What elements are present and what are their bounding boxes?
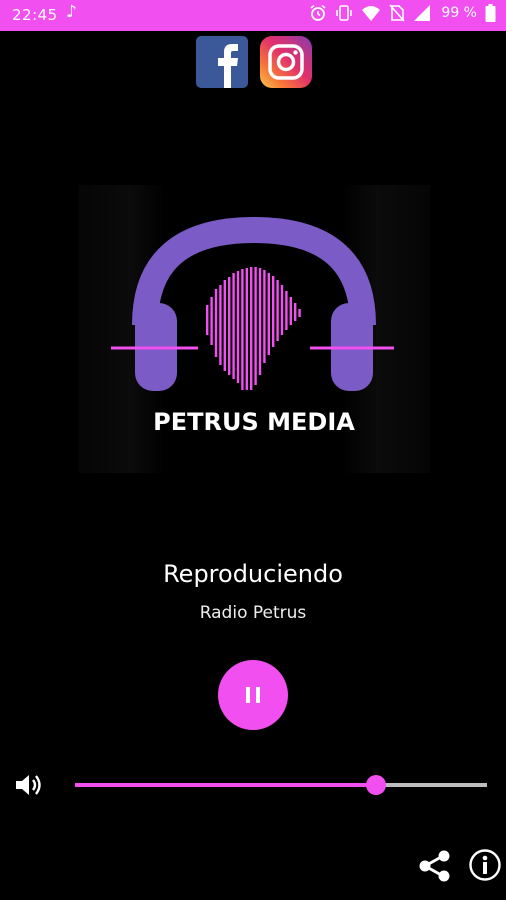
station-name: Radio Petrus [199,603,307,623]
instagram-button[interactable] [260,36,312,88]
globe-bars [206,267,301,390]
status-bar: 22:45 ♪ 99 % [0,0,506,31]
battery-percent: 99 % [441,5,477,21]
volume-fill [75,783,376,787]
wifi-icon [362,6,381,21]
no-sim-icon [389,4,406,22]
volume-slider[interactable] [75,775,487,795]
signal-icon [414,5,431,21]
status-time: 22:45 [12,6,58,24]
petrus-media-logo: PETRUS MEDIA [111,216,394,436]
facebook-icon [218,44,238,88]
cover-art: PETRUS MEDIA [78,185,430,473]
volume-icon[interactable] [14,771,44,799]
pause-button[interactable] [218,660,288,730]
info-icon [469,849,501,881]
share-button[interactable] [417,849,453,883]
music-note-icon: ♪ [66,2,77,22]
playback-status: Reproduciendo [163,560,343,588]
facebook-button[interactable] [196,36,248,88]
cover-logo-text: PETRUS MEDIA [153,408,355,436]
info-button[interactable] [468,848,502,882]
volume-thumb[interactable] [365,775,386,795]
share-icon [419,850,450,882]
alarm-icon [310,4,326,21]
battery-icon [485,4,496,22]
vibrate-icon [336,5,353,21]
status-icons: 99 % [309,4,496,22]
instagram-icon [268,44,304,80]
